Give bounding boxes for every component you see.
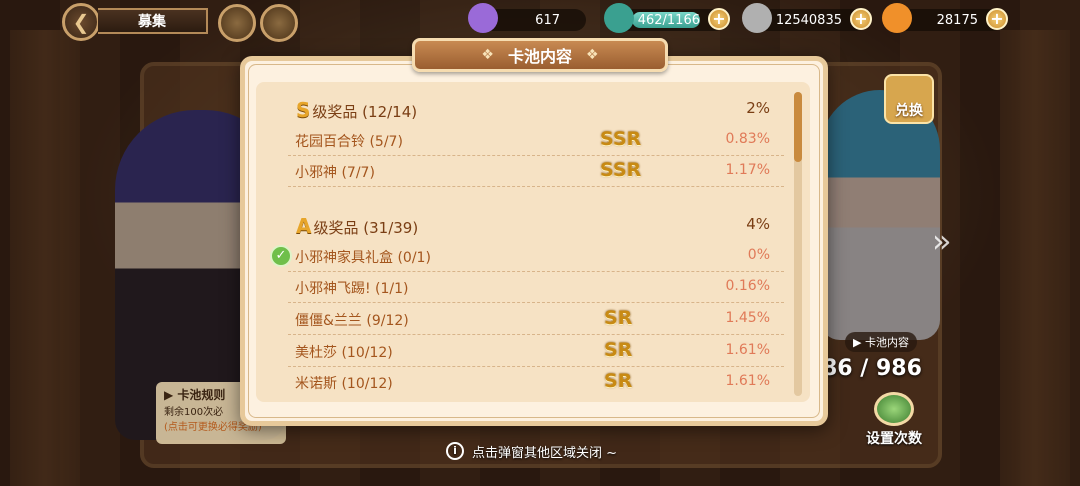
- item-rate: 0.83%: [725, 131, 770, 147]
- page-title: 募集: [98, 8, 208, 34]
- potion-counter: 617: [468, 3, 586, 33]
- potion-value: 617: [535, 12, 560, 28]
- list-item: 米诺斯 (10/12) SR 1.61%: [288, 367, 784, 398]
- section-label: 级奖品 (31/39): [313, 219, 419, 237]
- rarity-badge: SSR: [600, 128, 642, 150]
- coin-value: 12540835: [775, 12, 842, 28]
- exchange-button[interactable]: 兑换: [884, 74, 934, 124]
- modal-title-bar: ❖ 卡池内容 ❖: [412, 38, 668, 72]
- stamina-potion-icon: [604, 3, 634, 33]
- section-rate: 2%: [746, 99, 770, 117]
- close-hint: i 点击弹窗其他区域关闭 ~: [446, 440, 617, 462]
- set-count-button[interactable]: 设置次数: [860, 392, 928, 448]
- pool-count: 86 / 986: [822, 356, 922, 381]
- exchange-label: 兑换: [895, 103, 923, 119]
- item-name: 花园百合铃 (5/7): [295, 134, 403, 150]
- add-stamina-button[interactable]: +: [708, 8, 730, 30]
- section-header-a: A 级奖品 (31/39) 4%: [288, 210, 784, 241]
- coin-counter: 12540835 +: [742, 3, 872, 33]
- item-rate: 1.45%: [725, 310, 770, 326]
- item-rate: 1.61%: [725, 342, 770, 358]
- add-coin-button[interactable]: +: [850, 8, 872, 30]
- clover-icon: [874, 392, 914, 426]
- coin-icon: [742, 3, 772, 33]
- stamina-counter: 462/1166 +: [604, 3, 730, 33]
- item-name: 小邪神飞踢! (1/1): [295, 281, 409, 297]
- scrollbar-thumb[interactable]: [794, 92, 802, 162]
- stamina-value: 462/1166: [637, 12, 700, 28]
- rarity-badge: SSR: [600, 159, 642, 181]
- section-rate: 4%: [746, 215, 770, 233]
- ornament-icon: ❖: [586, 47, 599, 63]
- next-banner-icon[interactable]: »: [932, 222, 952, 260]
- close-hint-text: 点击弹窗其他区域关闭 ~: [472, 445, 618, 461]
- list-item: 僵僵&兰兰 (9/12) SR 1.45%: [288, 304, 784, 335]
- list-item: 小邪神飞踢! (1/1) 0.16%: [288, 272, 784, 303]
- potion-icon: [468, 3, 498, 33]
- item-name: 僵僵&兰兰 (9/12): [295, 313, 409, 329]
- item-name: 米诺斯 (10/12): [295, 376, 393, 392]
- book-icon[interactable]: [260, 4, 298, 42]
- list-item: 小邪神家具礼盒 (0/1) 0%: [288, 241, 784, 272]
- section-label: 级奖品 (12/14): [312, 103, 418, 121]
- pool-content-tag[interactable]: ▶ 卡池内容: [845, 332, 917, 352]
- carrot-icon: [882, 3, 912, 33]
- rarity-badge: SR: [604, 307, 633, 329]
- compass-icon[interactable]: [218, 4, 256, 42]
- item-rate: 0%: [747, 247, 770, 263]
- carrot-counter: 28175 +: [882, 3, 1008, 33]
- modal-title: 卡池内容: [507, 47, 572, 66]
- rarity-badge: SR: [604, 370, 633, 392]
- grade-letter: A: [296, 214, 312, 238]
- info-icon: i: [446, 442, 464, 460]
- add-carrot-button[interactable]: +: [986, 8, 1008, 30]
- set-count-label: 设置次数: [866, 431, 922, 447]
- item-rate: 1.61%: [725, 373, 770, 389]
- section-header-s: S 级奖品 (12/14) 2%: [288, 94, 784, 125]
- back-arrow-icon: ❮: [72, 10, 90, 34]
- item-rate: 0.16%: [725, 278, 770, 294]
- item-name: 美杜莎 (10/12): [295, 345, 393, 361]
- ornament-icon: ❖: [481, 47, 494, 63]
- list-item: 花园百合铃 (5/7) SSR 0.83%: [288, 125, 784, 156]
- rarity-badge: SR: [604, 339, 633, 361]
- item-rate: 1.17%: [725, 162, 770, 178]
- list-item: 小邪神 (7/7) SSR 1.17%: [288, 156, 784, 187]
- list-item: 美杜莎 (10/12) SR 1.61%: [288, 336, 784, 367]
- grade-letter: S: [296, 98, 311, 122]
- back-button[interactable]: ❮: [62, 3, 100, 41]
- item-name: 小邪神 (7/7): [295, 165, 375, 181]
- item-name: 小邪神家具礼盒 (0/1): [295, 250, 431, 266]
- carrot-value: 28175: [936, 12, 978, 28]
